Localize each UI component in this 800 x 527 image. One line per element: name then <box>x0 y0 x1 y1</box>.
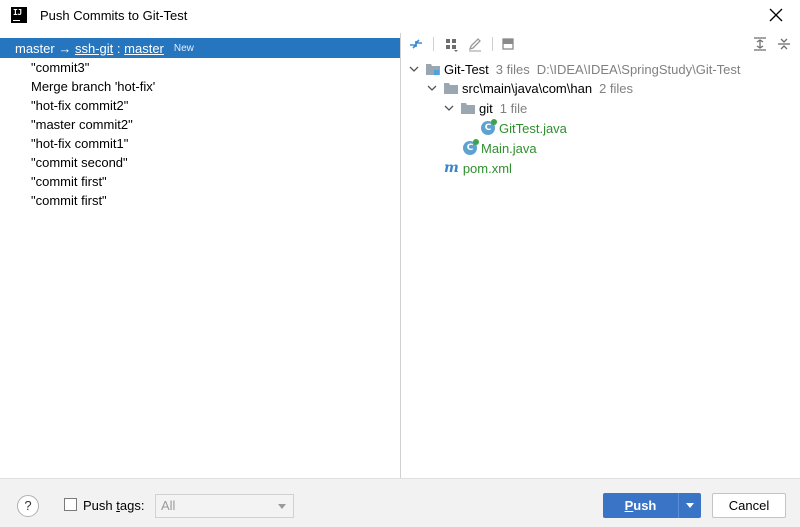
colon-separator: : <box>116 40 121 56</box>
expand-all-icon[interactable] <box>752 36 768 52</box>
chevron-down-icon[interactable] <box>444 103 454 113</box>
root-name: Git-Test <box>444 61 489 77</box>
chevron-down-icon[interactable] <box>427 83 437 93</box>
root-path: D:\IDEA\IDEA\SpringStudy\Git-Test <box>536 61 741 77</box>
src-name: src\main\java\com\han <box>462 80 593 96</box>
window-title: Push Commits to Git-Test <box>40 8 188 23</box>
changes-toolbar <box>401 33 800 55</box>
title-bar: IJ Push Commits to Git-Test <box>0 0 800 33</box>
push-tags-label: Push tags: <box>83 498 145 513</box>
root-file-count: 3 files <box>495 61 530 77</box>
dropdown-arrow-icon <box>278 504 286 509</box>
module-folder-icon <box>426 64 440 75</box>
commit-item[interactable]: "commit second" <box>31 153 155 172</box>
commit-list: "commit3" Merge branch 'hot-fix' "hot-fi… <box>31 58 155 210</box>
push-button[interactable]: Push <box>603 493 701 518</box>
new-badge: New <box>173 42 194 54</box>
commit-item[interactable]: Merge branch 'hot-fix' <box>31 77 155 96</box>
cancel-button[interactable]: Cancel <box>712 493 786 518</box>
commit-item[interactable]: "commit first" <box>31 191 155 210</box>
tree-src[interactable]: src\main\java\com\han 2 files <box>427 78 633 98</box>
remote-link[interactable]: ssh-git <box>75 41 113 56</box>
preview-icon[interactable] <box>500 36 516 52</box>
intellij-app-icon: IJ <box>11 7 27 23</box>
folder-icon <box>444 83 458 94</box>
chevron-down-icon[interactable] <box>409 64 419 74</box>
commit-item[interactable]: "commit first" <box>31 172 155 191</box>
java-class-icon: C <box>481 119 497 135</box>
folder-icon <box>461 103 475 114</box>
tags-select-value: All <box>161 498 176 513</box>
push-button-label: Push <box>624 498 657 513</box>
tree-git[interactable]: git 1 file <box>444 98 527 118</box>
file-name: Main.java <box>481 140 537 156</box>
tree-root[interactable]: Git-Test 3 files D:\IDEA\IDEA\SpringStud… <box>409 59 741 79</box>
close-icon[interactable] <box>768 7 784 23</box>
arrow-icon: → <box>58 40 72 56</box>
src-file-count: 2 files <box>599 80 634 96</box>
git-folder-name: git <box>479 100 493 116</box>
tree-file-main[interactable]: C Main.java <box>463 138 537 158</box>
branch-row[interactable]: master → ssh-git : master New <box>0 38 400 58</box>
tags-select[interactable]: All <box>155 494 294 518</box>
file-name: pom.xml <box>462 160 512 176</box>
commit-item[interactable]: "master commit2" <box>31 115 155 134</box>
file-name: GitTest.java <box>499 120 567 136</box>
java-class-icon: C <box>463 139 479 155</box>
help-button[interactable]: ? <box>17 495 39 517</box>
collapse-all-icon[interactable] <box>776 36 792 52</box>
changes-panel: Git-Test 3 files D:\IDEA\IDEA\SpringStud… <box>401 33 800 478</box>
commit-item[interactable]: "commit3" <box>31 58 155 77</box>
target-branch-link[interactable]: master <box>124 41 164 56</box>
compare-icon[interactable] <box>408 36 424 52</box>
group-by-icon[interactable] <box>443 36 459 52</box>
push-tags-checkbox[interactable] <box>64 498 77 511</box>
local-branch: master <box>15 40 55 56</box>
edit-icon[interactable] <box>467 36 483 52</box>
push-options-dropdown-icon[interactable] <box>686 503 694 508</box>
commits-panel: master → ssh-git : master New "commit3" … <box>0 33 400 478</box>
maven-icon: m <box>444 160 459 176</box>
tree-file-gittest[interactable]: C GitTest.java <box>481 118 567 138</box>
git-file-count: 1 file <box>499 100 528 116</box>
commit-item[interactable]: "hot-fix commit2" <box>31 96 155 115</box>
tree-file-pom[interactable]: m pom.xml <box>444 158 512 178</box>
dialog-footer: ? Push tags: All Push Cancel <box>0 478 800 527</box>
commit-item[interactable]: "hot-fix commit1" <box>31 134 155 153</box>
